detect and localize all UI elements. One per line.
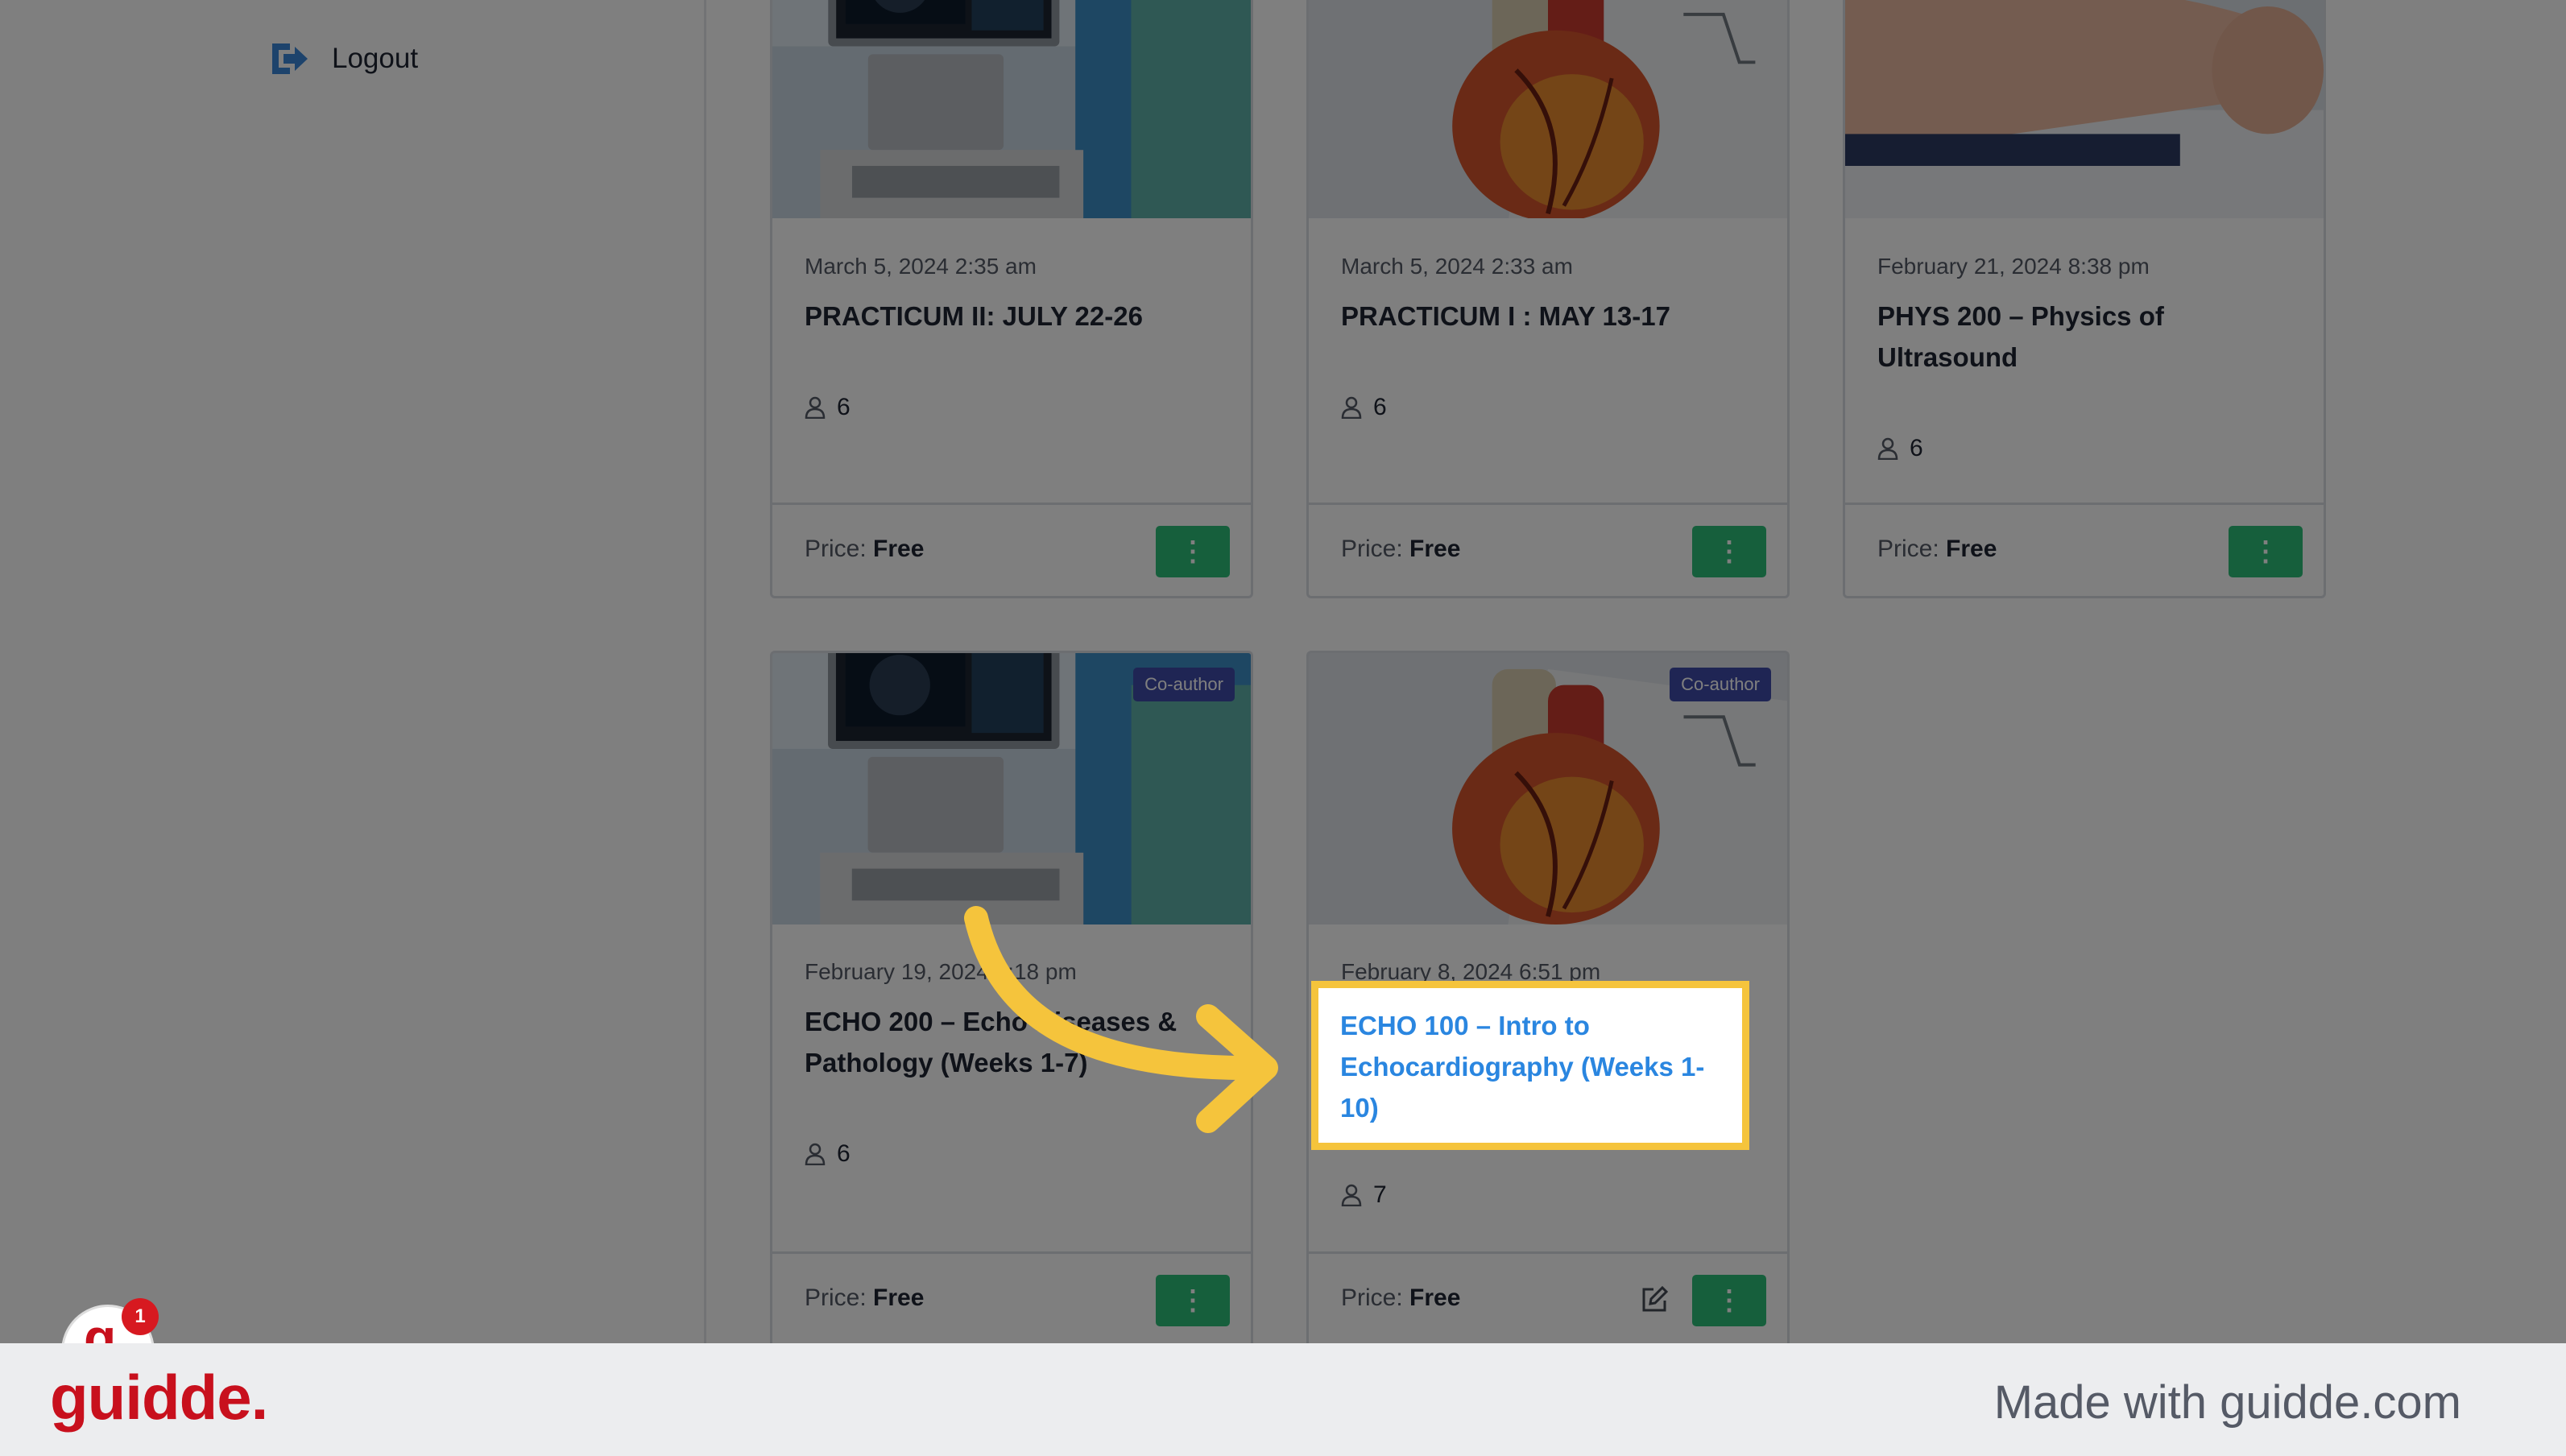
co-author-badge: Co-author <box>1133 668 1235 701</box>
course-title[interactable]: ECHO 200 – Echo Diseases & Pathology (We… <box>805 1001 1223 1083</box>
course-menu-button[interactable]: ⋮ <box>1156 526 1230 577</box>
patient-scan-image <box>1845 0 2324 218</box>
notification-badge: 1 <box>122 1298 159 1335</box>
course-price: Price: Free <box>1877 536 1997 563</box>
student-count-value: 7 <box>1373 1181 1387 1208</box>
course-title[interactable]: PHYS 200 – Physics of Ultrasound <box>1877 296 2296 378</box>
course-thumbnail[interactable] <box>1309 0 1787 218</box>
course-date: February 21, 2024 8:38 pm <box>1877 254 2150 279</box>
edit-course-button[interactable] <box>1639 1284 1670 1315</box>
course-card[interactable]: Co-author February 19, 2024 4:18 pm ECHO… <box>770 651 1253 1343</box>
guidde-banner: guidde. Made with guidde.com <box>0 1343 2566 1456</box>
guidde-brand-logo: guidde. <box>50 1362 268 1433</box>
course-title[interactable]: PRACTICUM I : MAY 13-17 <box>1341 296 1760 337</box>
user-icon <box>1341 1184 1362 1206</box>
user-icon <box>1341 396 1362 419</box>
logout-label: Logout <box>332 43 419 74</box>
sidebar: Logout <box>0 0 706 1343</box>
price-value: Free <box>873 536 925 562</box>
student-count: 6 <box>1877 435 1923 462</box>
price-value: Free <box>873 1284 925 1311</box>
price-label: Price: <box>1877 536 1939 562</box>
course-list-page: Logout March 5, 2024 2:35 am PRACTICUM I… <box>0 0 2566 1343</box>
more-vertical-icon: ⋮ <box>2252 536 2279 567</box>
edit-icon <box>1642 1285 1669 1312</box>
more-vertical-icon: ⋮ <box>1179 536 1206 567</box>
price-label: Price: <box>1341 536 1403 562</box>
student-count: 6 <box>1341 394 1387 421</box>
student-count-value: 6 <box>837 394 851 420</box>
co-author-badge: Co-author <box>1670 668 1771 701</box>
more-vertical-icon: ⋮ <box>1715 1285 1743 1316</box>
logout-icon <box>272 43 308 74</box>
made-with-text: Made with guidde.com <box>1993 1376 2461 1429</box>
course-card[interactable]: March 5, 2024 2:33 am PRACTICUM I : MAY … <box>1306 0 1790 598</box>
guidde-logo-icon: g <box>84 1308 117 1343</box>
course-price: Price: Free <box>805 1284 924 1312</box>
card-footer: Price: Free ⋮ <box>1309 503 1787 596</box>
user-icon <box>805 396 826 419</box>
course-date: March 5, 2024 2:33 am <box>1341 254 1573 279</box>
course-thumbnail[interactable]: Co-author <box>772 653 1251 924</box>
student-count-value: 6 <box>1373 394 1387 420</box>
highlighted-course-title: ECHO 100 – Intro to Echocardiography (We… <box>1311 981 1749 1150</box>
card-footer: Price: Free ⋮ <box>1845 503 2324 596</box>
user-icon <box>1877 437 1898 460</box>
student-count: 7 <box>1341 1181 1387 1209</box>
course-menu-button[interactable]: ⋮ <box>1692 526 1766 577</box>
course-thumbnail[interactable] <box>772 0 1251 218</box>
heart-model-image <box>1309 0 1787 218</box>
card-footer: Price: Free ⋮ <box>772 503 1251 596</box>
course-title[interactable]: PRACTICUM II: JULY 22-26 <box>805 296 1223 337</box>
price-value: Free <box>1409 536 1461 562</box>
course-price: Price: Free <box>1341 536 1460 563</box>
ultrasound-machine-image <box>772 0 1251 218</box>
student-count: 6 <box>805 394 851 421</box>
course-title-link[interactable]: ECHO 100 – Intro to Echocardiography (We… <box>1340 1005 1727 1128</box>
more-vertical-icon: ⋮ <box>1715 536 1743 567</box>
price-label: Price: <box>805 1284 867 1311</box>
user-icon <box>805 1143 826 1165</box>
card-footer: Price: Free ⋮ <box>1309 1251 1787 1343</box>
student-count: 6 <box>805 1140 851 1168</box>
course-card[interactable]: February 21, 2024 8:38 pm PHYS 200 – Phy… <box>1843 0 2326 598</box>
course-price: Price: Free <box>1341 1284 1460 1312</box>
card-footer: Price: Free ⋮ <box>772 1251 1251 1343</box>
logout-link[interactable]: Logout <box>269 39 418 79</box>
price-value: Free <box>1409 1284 1461 1311</box>
course-thumbnail[interactable] <box>1845 0 2324 218</box>
course-card[interactable]: March 5, 2024 2:35 am PRACTICUM II: JULY… <box>770 0 1253 598</box>
course-thumbnail[interactable]: Co-author <box>1309 653 1787 924</box>
course-date: March 5, 2024 2:35 am <box>805 254 1037 279</box>
course-menu-button[interactable]: ⋮ <box>2229 526 2303 577</box>
price-label: Price: <box>805 536 867 562</box>
price-value: Free <box>1946 536 1997 562</box>
course-price: Price: Free <box>805 536 924 563</box>
course-menu-button[interactable]: ⋮ <box>1692 1275 1766 1326</box>
more-vertical-icon: ⋮ <box>1179 1285 1206 1316</box>
student-count-value: 6 <box>837 1140 851 1167</box>
price-label: Price: <box>1341 1284 1403 1311</box>
course-menu-button[interactable]: ⋮ <box>1156 1275 1230 1326</box>
course-date: February 19, 2024 4:18 pm <box>805 959 1077 984</box>
student-count-value: 6 <box>1910 435 1923 461</box>
